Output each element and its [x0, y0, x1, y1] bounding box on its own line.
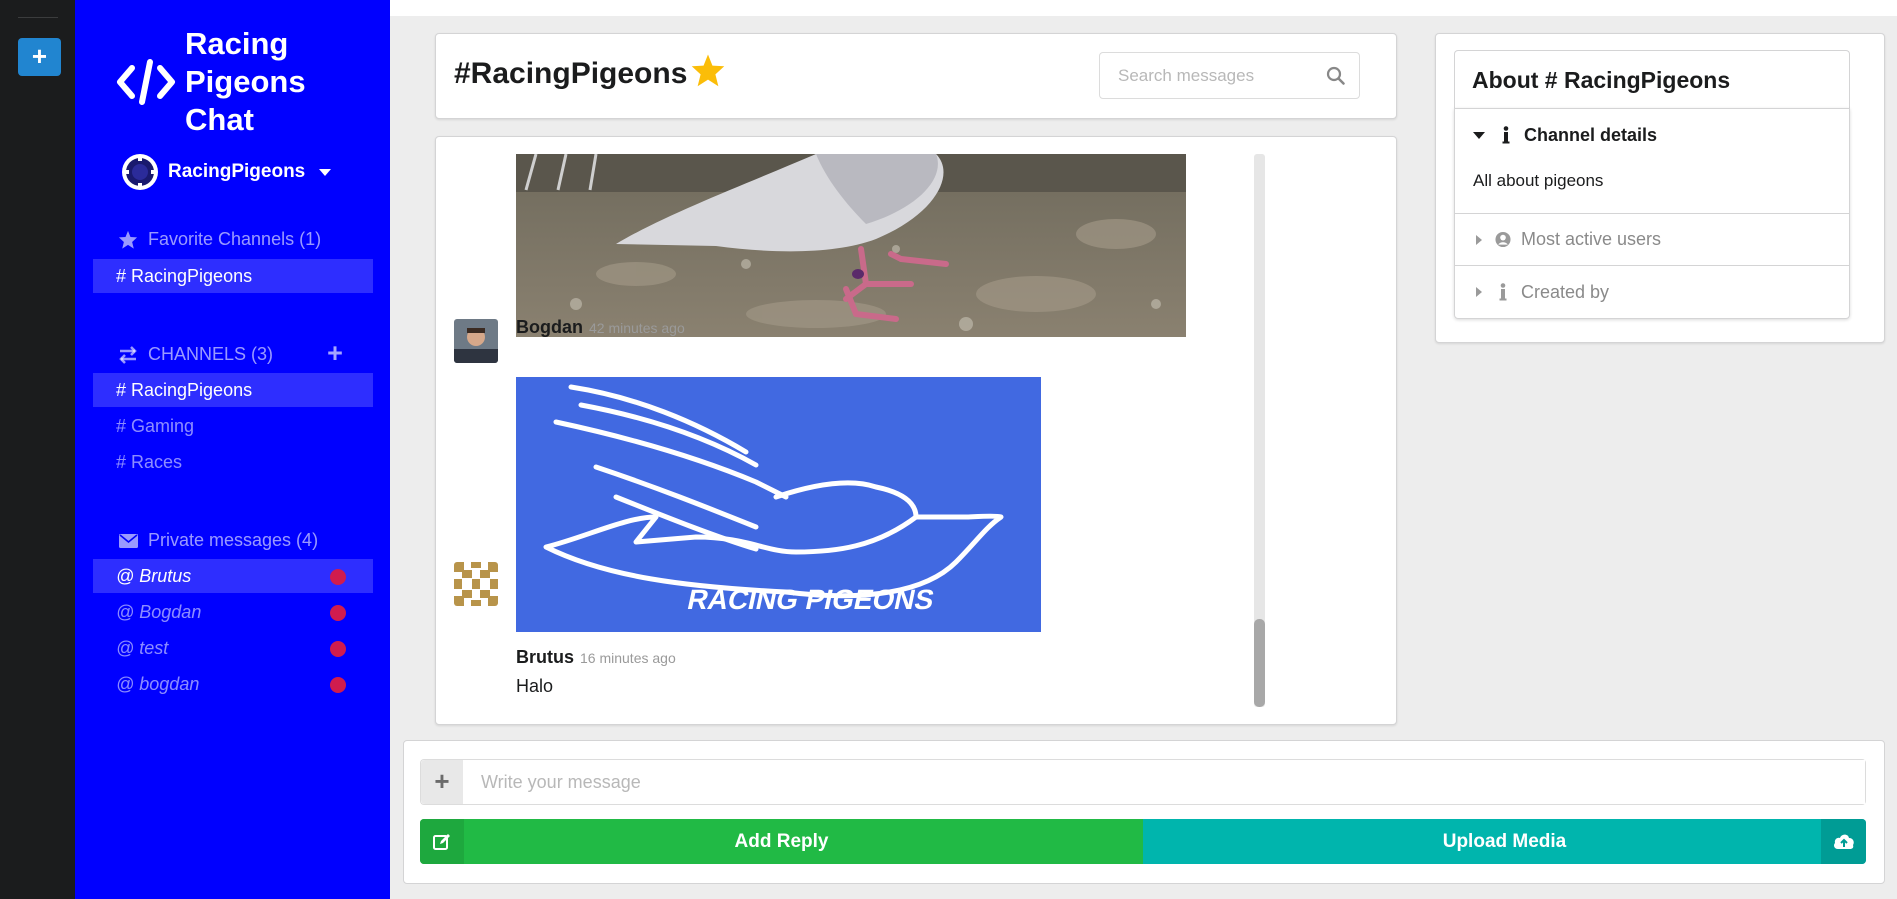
favorites-header: Favorite Channels (1)	[117, 229, 321, 250]
star-icon	[117, 230, 139, 250]
channel-details-toggle[interactable]: Channel details	[1455, 109, 1849, 161]
info-icon	[1498, 125, 1514, 145]
channel-item-races[interactable]: # Races	[93, 445, 373, 479]
logo-text: RACING PIGEONS	[685, 583, 937, 615]
star-icon[interactable]	[690, 53, 726, 95]
add-reply-label: Add Reply	[734, 830, 829, 852]
offline-status-dot	[330, 605, 346, 621]
mail-icon	[117, 531, 139, 551]
channel-description: All about pigeons	[1455, 161, 1849, 214]
message-list[interactable]: Bogdan 42 minutes ago RACING PIGEONS Bru…	[435, 136, 1397, 725]
author-name[interactable]: Brutus	[516, 647, 574, 667]
created-by-toggle[interactable]: Created by	[1455, 266, 1849, 318]
add-reply-button[interactable]: Add Reply	[420, 819, 1143, 864]
dm-label: @ Bogdan	[116, 602, 202, 622]
scrollbar-thumb[interactable]	[1254, 619, 1265, 707]
avatar[interactable]	[454, 319, 498, 363]
workspace-name: RacingPigeons	[168, 161, 306, 182]
sidebar: Racing Pigeons Chat RacingPigeons Favori…	[75, 0, 390, 899]
pigeon-photo	[516, 154, 1186, 337]
favorite-item-racingpigeons[interactable]: # RacingPigeons	[93, 259, 373, 293]
message-time: 16 minutes ago	[580, 650, 676, 666]
app-title: Racing Pigeons Chat	[185, 26, 306, 137]
cloud-upload-icon	[1821, 819, 1866, 864]
message-input[interactable]	[463, 760, 1865, 804]
dm-item-bogdan[interactable]: @ Bogdan	[93, 595, 373, 629]
edit-icon	[420, 819, 464, 864]
avatar[interactable]	[454, 562, 498, 606]
offline-status-dot	[330, 641, 346, 657]
about-title: About # RacingPigeons	[1454, 50, 1850, 109]
message-author: Brutus 16 minutes ago	[516, 647, 676, 668]
author-name[interactable]: Bogdan	[516, 317, 583, 337]
channel-title: #RacingPigeons	[454, 53, 726, 95]
most-active-users-toggle[interactable]: Most active users	[1455, 214, 1849, 266]
message-composer: + Add Reply Upload Media	[403, 740, 1885, 884]
channel-item-racingpigeons[interactable]: # RacingPigeons	[93, 373, 373, 407]
add-channel-button[interactable]: +	[324, 340, 346, 367]
channel-item-gaming[interactable]: # Gaming	[93, 409, 373, 443]
caret-right-icon	[1476, 234, 1482, 245]
offline-status-dot	[330, 569, 346, 585]
offline-status-dot	[330, 677, 346, 693]
search-box[interactable]	[1099, 52, 1360, 99]
caret-down-icon	[1473, 131, 1485, 139]
about-panel: About # RacingPigeons Channel details Al…	[1435, 33, 1885, 343]
dm-label: @ test	[116, 638, 169, 658]
workspace-avatar	[122, 154, 158, 190]
channel-name: #RacingPigeons	[454, 57, 688, 90]
dm-item-brutus[interactable]: @ Brutus	[93, 559, 373, 593]
channel-header: #RacingPigeons	[435, 33, 1397, 119]
upload-media-label: Upload Media	[1442, 830, 1567, 852]
message-input-group: +	[420, 759, 1866, 805]
private-messages-label: Private messages (4)	[148, 530, 319, 550]
caret-right-icon	[1476, 287, 1482, 297]
search-input[interactable]	[1100, 53, 1310, 98]
message-text: Halo	[516, 676, 554, 696]
dm-item-test[interactable]: @ test	[93, 631, 373, 665]
channel-details-label: Channel details	[1524, 124, 1658, 145]
caret-down-icon	[319, 168, 332, 176]
channels-label: CHANNELS (3)	[148, 344, 274, 364]
exchange-icon	[117, 345, 139, 365]
top-bar	[390, 0, 1897, 16]
most-active-users-label: Most active users	[1521, 229, 1662, 249]
composer-actions: Add Reply Upload Media	[420, 819, 1866, 864]
message-scrollbar[interactable]	[1254, 154, 1265, 707]
workspace-rail: +	[0, 0, 75, 899]
favorites-label: Favorite Channels (1)	[148, 229, 322, 249]
workspace-selector[interactable]: RacingPigeons	[122, 154, 332, 190]
upload-media-button[interactable]: Upload Media	[1143, 819, 1866, 864]
code-icon	[115, 51, 177, 113]
brand: Racing Pigeons Chat	[115, 25, 325, 139]
racing-pigeons-logo-image: RACING PIGEONS	[516, 377, 1041, 632]
add-workspace-button[interactable]: +	[18, 38, 61, 76]
dm-label: @ Brutus	[116, 566, 192, 586]
user-circle-icon	[1495, 230, 1511, 250]
rail-divider	[18, 17, 58, 18]
info-icon	[1495, 282, 1511, 302]
channel-info-accordion: Channel details All about pigeons Most a…	[1454, 108, 1850, 319]
message-time: 42 minutes ago	[589, 320, 685, 336]
search-icon[interactable]	[1326, 66, 1345, 90]
add-attachment-button[interactable]: +	[421, 760, 463, 804]
dm-item-bogdan-lower[interactable]: @ bogdan	[93, 667, 373, 701]
channels-header: CHANNELS (3)	[117, 344, 273, 365]
dm-label: @ bogdan	[116, 674, 200, 694]
created-by-label: Created by	[1521, 281, 1610, 302]
message-author: Bogdan 42 minutes ago	[516, 317, 685, 338]
private-messages-header: Private messages (4)	[117, 530, 318, 551]
